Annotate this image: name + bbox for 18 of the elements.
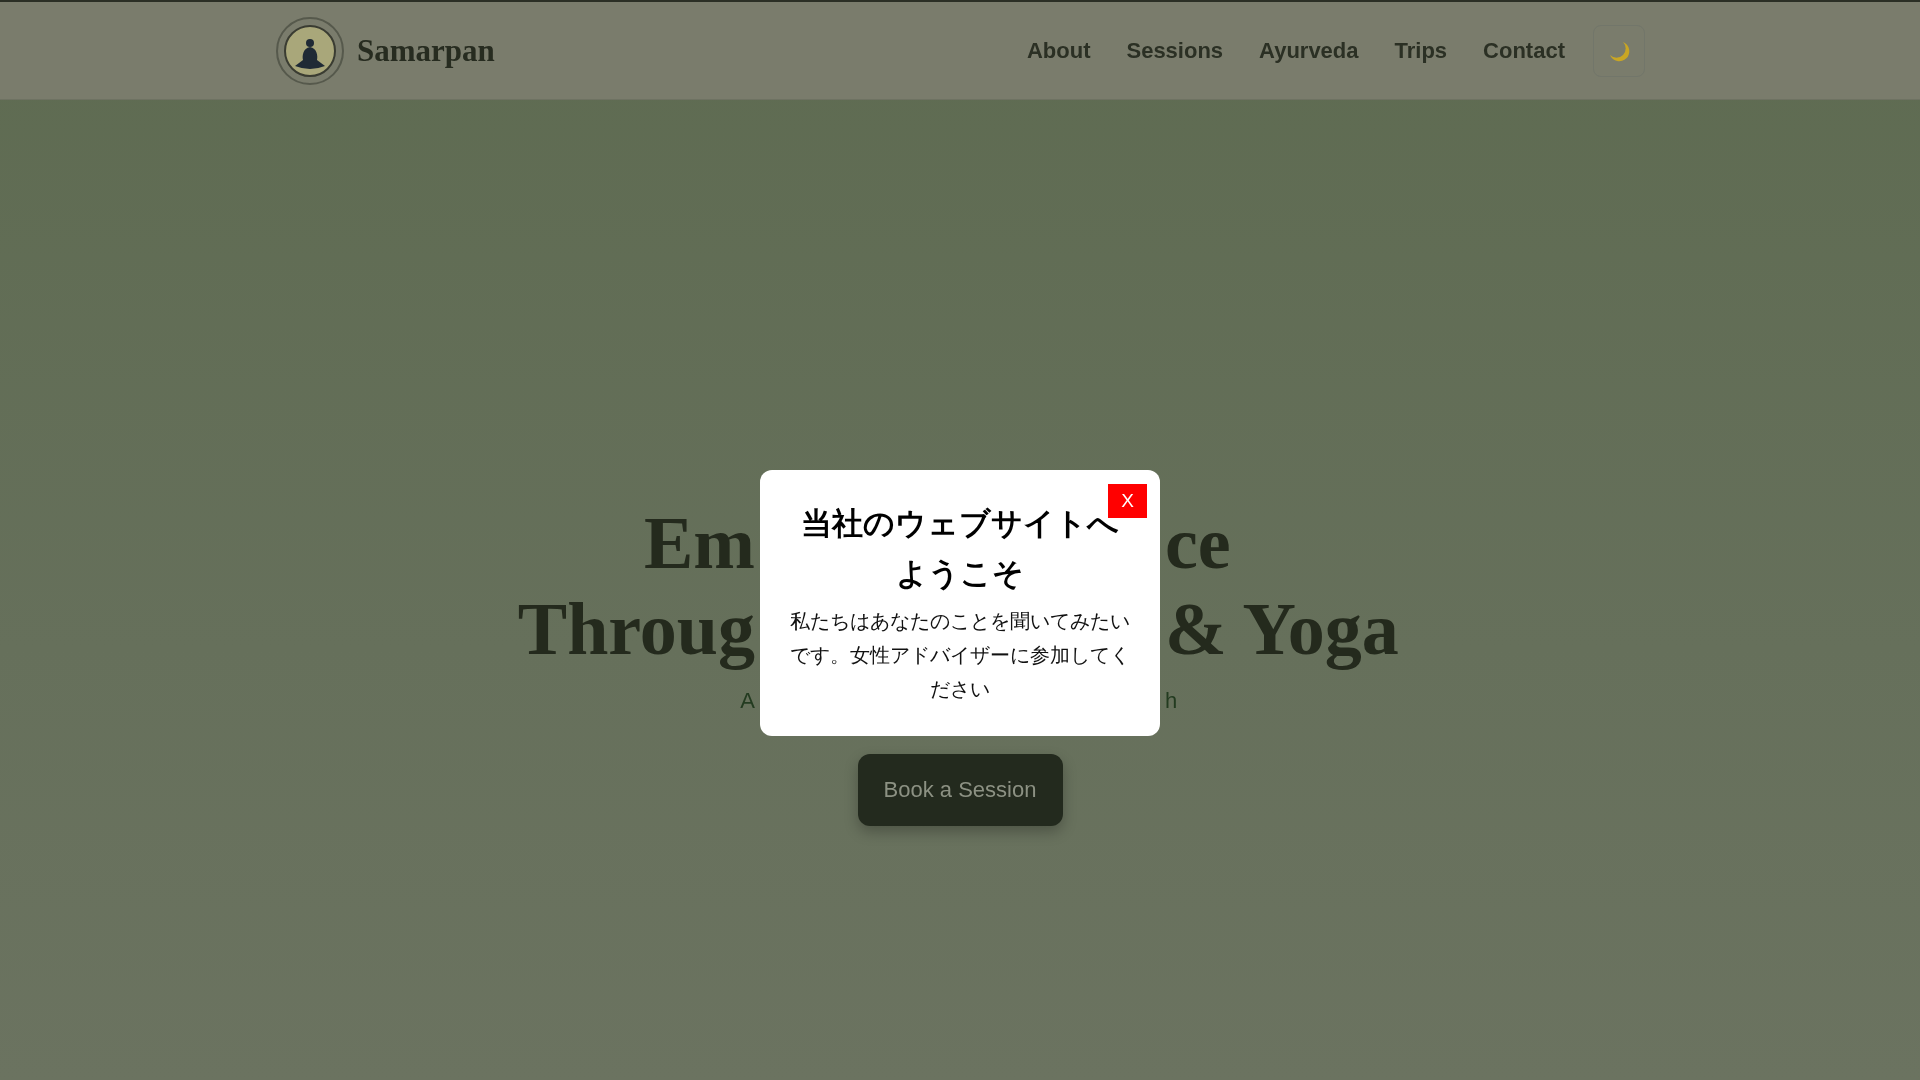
nav-link[interactable]: Ayurveda: [1259, 37, 1359, 64]
nav-link[interactable]: Sessions: [1126, 37, 1224, 64]
moon-icon: [1608, 39, 1630, 62]
close-button[interactable]: X: [1108, 484, 1147, 518]
nav-link[interactable]: Trips: [1394, 37, 1448, 64]
nav-link[interactable]: About: [1026, 37, 1091, 64]
hero-heading: ce: [1165, 501, 1231, 586]
dialog-message: 私たちはあなたのことを聞いてみたいです。女性アドバイザーに参加してください: [789, 608, 1131, 703]
book-session-button[interactable]: Book a Session: [857, 754, 1063, 826]
nav-link[interactable]: Contact: [1483, 37, 1565, 64]
hero-subtitle: A: [740, 687, 755, 715]
hero-subtitle: h: [1165, 687, 1178, 715]
hero-heading: Throug: [517, 587, 755, 672]
hero-heading: & Yoga: [1165, 587, 1399, 672]
brand-name[interactable]: Samarpan: [357, 32, 495, 69]
meditation-logo-icon[interactable]: [275, 15, 345, 86]
hero-heading: Em: [644, 501, 755, 586]
theme-toggle-button[interactable]: [1593, 24, 1645, 77]
